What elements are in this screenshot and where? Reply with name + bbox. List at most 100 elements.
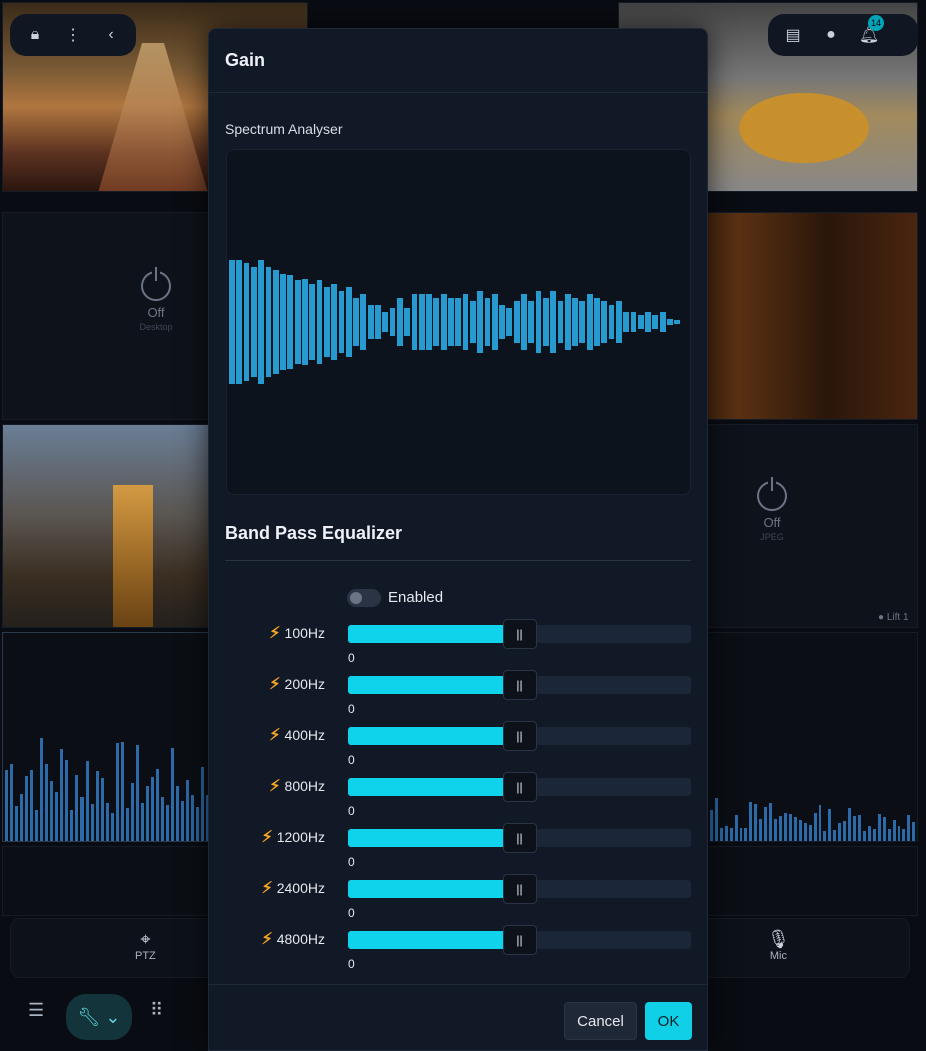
layout-icon[interactable]: ▤	[774, 15, 812, 55]
spectrum-bar	[645, 311, 651, 333]
ptz-button[interactable]: ⌖ PTZ	[135, 929, 156, 962]
audio-bar	[70, 810, 74, 841]
spectrum-bar	[389, 308, 396, 336]
eq-band-row: ⚡︎ 400Hz || 0	[209, 721, 709, 775]
cancel-button[interactable]: Cancel	[564, 1002, 637, 1040]
spectrum-bar	[258, 259, 264, 385]
audio-bar	[774, 818, 777, 841]
mic-button[interactable]: 🎙︎ Mic	[767, 929, 790, 962]
audio-bar	[902, 828, 906, 841]
tile-name: Desktop	[139, 322, 173, 332]
audio-bar	[912, 822, 916, 841]
audio-bar	[120, 741, 124, 841]
dialog-header: Gain	[209, 29, 707, 93]
audio-bar	[744, 828, 748, 841]
spectrum-bar	[404, 308, 411, 336]
eq-band-value: 0	[348, 753, 355, 767]
eq-slider-thumb[interactable]: ||	[502, 925, 537, 955]
audio-bar	[882, 816, 886, 841]
audio-bar	[191, 795, 195, 841]
audio-bar	[50, 780, 54, 841]
audio-bar	[110, 813, 114, 841]
eq-slider-thumb[interactable]: ||	[502, 874, 537, 904]
spectrum-bar	[630, 311, 637, 333]
tile-label-lift: ● Lift 1	[878, 612, 909, 623]
bolt-icon: ⚡︎	[261, 880, 273, 897]
spectrum-bar	[250, 266, 257, 378]
eq-band-label: ⚡︎ 200Hz	[269, 673, 325, 695]
audio-bar	[833, 829, 837, 841]
dialog-title: Gain	[225, 50, 266, 70]
audio-bar	[140, 802, 144, 841]
spectrum-bar	[462, 294, 469, 350]
eq-band-frequency: 2400Hz	[276, 880, 325, 896]
audio-bar	[818, 805, 822, 841]
spectrum-bar	[426, 294, 432, 350]
equalizer-enabled-toggle[interactable]	[347, 589, 381, 607]
audio-bar	[858, 815, 861, 841]
eq-slider-thumb[interactable]: ||	[502, 619, 537, 649]
spectrum-bar	[448, 297, 454, 347]
spectrum-bar	[302, 278, 308, 366]
audio-bar	[769, 803, 773, 841]
bolt-icon: ⚡︎	[269, 676, 281, 693]
audio-bar	[754, 803, 758, 841]
chevron-left-icon[interactable]: ‹	[92, 15, 130, 55]
dialog-footer-divider	[209, 984, 707, 985]
bolt-icon: ⚡︎	[269, 727, 281, 744]
tools-button[interactable]: 🔧︎ ⌄	[66, 994, 132, 1040]
audio-bar	[709, 810, 713, 841]
spectrum-bar	[513, 301, 520, 343]
audio-bar	[45, 764, 49, 841]
audio-bar	[823, 830, 827, 841]
spectrum-bar	[287, 275, 294, 369]
ok-button[interactable]: OK	[645, 1002, 692, 1040]
eq-band-frequency: 400Hz	[284, 727, 325, 743]
spectrum-bar	[557, 301, 564, 343]
audio-bar	[867, 825, 871, 841]
user-icon[interactable]: ●	[812, 15, 850, 55]
audio-bar	[862, 830, 866, 841]
spectrum-analyser	[226, 149, 691, 495]
more-vertical-icon[interactable]: ⋮	[54, 15, 92, 55]
lock-icon[interactable]: 🔒︎	[16, 15, 54, 55]
eq-band-value: 0	[348, 957, 355, 971]
spectrum-bar	[382, 311, 389, 333]
eq-slider-thumb[interactable]: ||	[502, 670, 537, 700]
eq-slider-fill	[348, 625, 520, 643]
eq-slider-fill	[348, 727, 520, 745]
eq-slider-thumb[interactable]: ||	[502, 823, 537, 853]
spectrum-bar	[535, 290, 542, 354]
wrench-icon: 🔧︎ ⌄	[77, 1006, 121, 1027]
spectrum-bar	[667, 318, 673, 326]
grid-icon[interactable]: ⠿	[150, 1000, 163, 1021]
sliders-icon[interactable]: ☰	[28, 1000, 44, 1021]
spectrum-bar	[272, 270, 279, 374]
eq-band-value: 0	[348, 804, 355, 818]
eq-slider-thumb[interactable]: ||	[502, 772, 537, 802]
spectrum-bar	[360, 294, 367, 350]
eq-band-label: ⚡︎ 1200Hz	[262, 826, 326, 848]
gain-dialog: Gain Spectrum Analyser Band Pass Equaliz…	[208, 28, 708, 1051]
audio-bar	[115, 743, 119, 841]
bell-icon[interactable]: 🔔︎ 14	[850, 15, 888, 55]
spectrum-bar	[280, 273, 286, 371]
audio-bar	[100, 777, 104, 841]
audio-bar	[186, 780, 190, 841]
audio-bar	[719, 828, 723, 841]
ptz-label: PTZ	[135, 950, 156, 962]
audio-bar	[65, 760, 69, 841]
spectrum-bar	[615, 301, 622, 343]
audio-bar	[843, 821, 847, 841]
mic-icon: 🎙︎	[767, 929, 790, 949]
audio-bar	[75, 774, 79, 841]
eq-band-value: 0	[348, 906, 355, 920]
audio-bar	[798, 819, 802, 841]
spectrum-bar	[236, 259, 243, 385]
spectrum-bar	[316, 280, 323, 364]
audio-bar	[145, 786, 149, 841]
audio-bar	[30, 770, 34, 841]
spectrum-label: Spectrum Analyser	[225, 121, 343, 137]
eq-slider-thumb[interactable]: ||	[502, 721, 537, 751]
audio-bar	[196, 806, 200, 841]
